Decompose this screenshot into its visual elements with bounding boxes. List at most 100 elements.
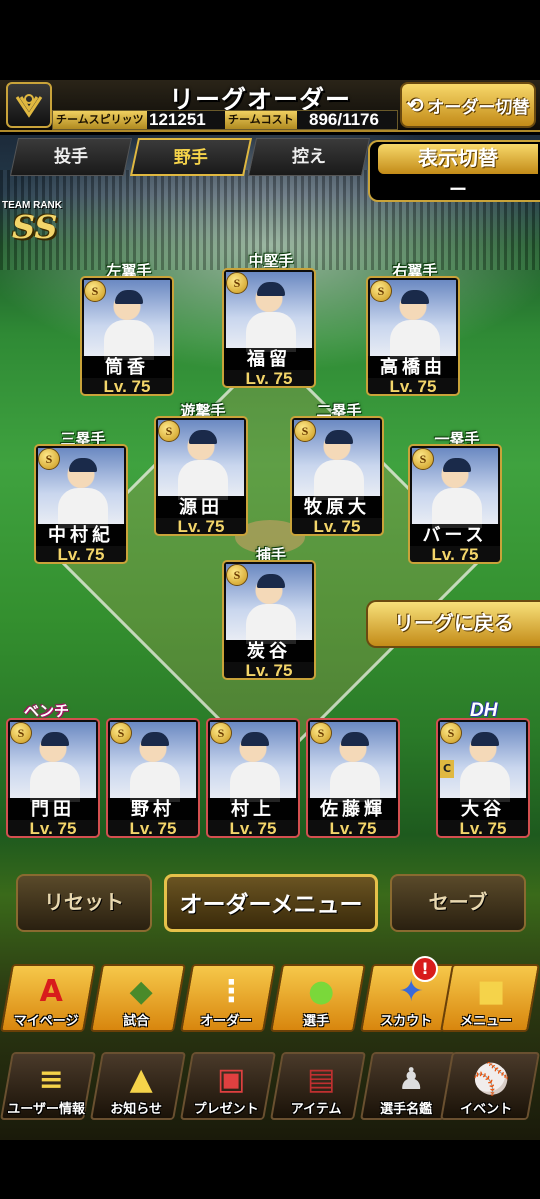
rank-s-badge-icon: S: [412, 448, 434, 470]
menu-label: オーダー: [200, 1013, 253, 1028]
player-name: 炭谷: [224, 640, 314, 662]
tab-fielders[interactable]: 野手: [129, 138, 253, 176]
player-card-ss[interactable]: S 源田 Lv. 75: [154, 416, 248, 536]
back-to-league-button[interactable]: リーグに戻る: [366, 600, 540, 648]
player-name: 牧原大: [292, 496, 382, 518]
stadium-icon: ◆: [129, 973, 153, 1009]
player-name: 野村: [108, 798, 198, 820]
page-title: リーグオーダー: [168, 86, 351, 114]
tab-pitchers[interactable]: 投手: [9, 138, 133, 176]
display-toggle-title: 表示切替: [378, 144, 538, 174]
scout-notification-badge: !: [412, 956, 438, 982]
player-name: バース: [410, 524, 500, 546]
rank-s-badge-icon: S: [84, 280, 106, 302]
rank-s-badge-icon: S: [210, 722, 232, 744]
menu-players[interactable]: ● 選手: [270, 964, 366, 1032]
bench-player-card[interactable]: S 佐藤輝 Lv. 75: [306, 718, 400, 838]
menu-items[interactable]: ▤ アイテム: [270, 1052, 366, 1120]
refresh-icon: ⟲: [406, 94, 424, 117]
menu-label: 選手名鑑: [380, 1101, 433, 1116]
menu-user-info[interactable]: ≡ ユーザー情報: [0, 1052, 96, 1120]
player-level: Lv. 75: [245, 369, 293, 388]
rank-s-badge-icon: S: [10, 722, 32, 744]
display-toggle-button[interactable]: 表示切替 ー: [368, 140, 540, 202]
save-button[interactable]: セーブ: [390, 874, 526, 932]
team-spirit-value: 121251: [149, 110, 206, 129]
display-toggle-value: ー: [449, 180, 467, 201]
bench-player-card[interactable]: S 野村 Lv. 75: [106, 718, 200, 838]
menu-label: イベント: [460, 1101, 513, 1116]
team-spirit-label: チームスピリッツ: [53, 111, 147, 129]
player-level: Lv. 75: [129, 819, 177, 838]
order-menu-button[interactable]: オーダーメニュー: [164, 874, 378, 932]
rank-s-badge-icon: S: [226, 564, 248, 586]
menu-present[interactable]: ▣ プレゼント: [180, 1052, 276, 1120]
player-card-cf[interactable]: S 福留 Lv. 75: [222, 268, 316, 388]
reset-button[interactable]: リセット: [16, 874, 152, 932]
menu-label: マイページ: [13, 1013, 79, 1028]
player-level: Lv. 75: [229, 819, 277, 838]
player-name: 福留: [224, 348, 314, 370]
player-card-1b[interactable]: S バース Lv. 75: [408, 444, 502, 564]
menu-mypage[interactable]: A マイページ: [0, 964, 96, 1032]
player-level: Lv. 75: [329, 819, 377, 838]
menu-event[interactable]: ⚾ イベント: [440, 1052, 540, 1120]
baseball-bat-icon: ⚾: [472, 1061, 510, 1097]
player-level: Lv. 75: [177, 517, 225, 536]
dh-player-card[interactable]: S C 大谷 Lv. 75: [436, 718, 530, 838]
team-emblem-icon[interactable]: [6, 82, 52, 128]
player-name: 大谷: [438, 798, 528, 820]
team-cost-value: 896/1176: [309, 110, 379, 129]
rank-s-badge-icon: S: [440, 722, 462, 744]
tab-label: 投手: [54, 147, 88, 166]
player-card-2b[interactable]: S 牧原大 Lv. 75: [290, 416, 384, 536]
player-directory-icon: ♟: [397, 1061, 425, 1097]
team-rank-value: SS: [12, 208, 58, 246]
rank-s-badge-icon: S: [310, 722, 332, 744]
rank-s-badge-icon: S: [110, 722, 132, 744]
menu-label: アイテム: [290, 1101, 342, 1116]
bench-player-card[interactable]: S 門田 Lv. 75: [6, 718, 100, 838]
megaphone-icon: ▲: [129, 1061, 153, 1097]
menu-game[interactable]: ◆ 試合: [90, 964, 186, 1032]
menu-menu[interactable]: ■ メニュー: [440, 964, 540, 1032]
order-switch-button[interactable]: ⟲ オーダー切替: [400, 82, 536, 128]
player-card-3b[interactable]: S 中村紀 Lv. 75: [34, 444, 128, 564]
bench-player-card[interactable]: S 村上 Lv. 75: [206, 718, 300, 838]
player-name: 高橋由: [368, 356, 458, 378]
menu-order[interactable]: ⋮ オーダー: [180, 964, 276, 1032]
player-name: 佐藤輝: [308, 798, 398, 820]
tab-reserves[interactable]: 控え: [247, 138, 371, 176]
team-stats-bar: チームスピリッツ 121251 チームコスト 896/1176: [52, 110, 398, 130]
menu-news[interactable]: ▲ お知らせ: [90, 1052, 186, 1120]
player-level: Lv. 75: [313, 517, 361, 536]
gift-icon: ▣: [217, 1061, 246, 1097]
menu-label: メニュー: [460, 1013, 513, 1028]
rank-s-badge-icon: S: [226, 272, 248, 294]
menu-label: 選手: [303, 1013, 330, 1028]
menu-character-icon: ■: [477, 973, 506, 1009]
user-info-icon: ≡: [38, 1061, 64, 1097]
player-name: 門田: [8, 798, 98, 820]
menu-label: 試合: [123, 1013, 150, 1028]
player-level: Lv. 75: [431, 545, 479, 564]
tab-label: 野手: [173, 148, 208, 167]
player-level: Lv. 75: [103, 377, 151, 396]
player-name: 筒香: [82, 356, 172, 378]
rank-s-badge-icon: S: [38, 448, 60, 470]
item-book-icon: ▤: [307, 1061, 336, 1097]
player-level: Lv. 75: [57, 545, 105, 564]
player-icon: ●: [308, 973, 335, 1009]
player-level: Lv. 75: [459, 819, 507, 838]
team-cost-label: チームコスト: [225, 111, 297, 129]
player-card-rf[interactable]: S 高橋由 Lv. 75: [366, 276, 460, 396]
rank-s-badge-icon: S: [370, 280, 392, 302]
status-area: [0, 0, 540, 80]
c-badge-icon: C: [440, 760, 454, 778]
player-name: 村上: [208, 798, 298, 820]
menu-label: お知らせ: [110, 1101, 162, 1116]
menu-label: ユーザー情報: [7, 1101, 85, 1116]
player-card-c[interactable]: S 炭谷 Lv. 75: [222, 560, 316, 680]
rank-s-badge-icon: S: [158, 420, 180, 442]
player-card-lf[interactable]: S 筒香 Lv. 75: [80, 276, 174, 396]
